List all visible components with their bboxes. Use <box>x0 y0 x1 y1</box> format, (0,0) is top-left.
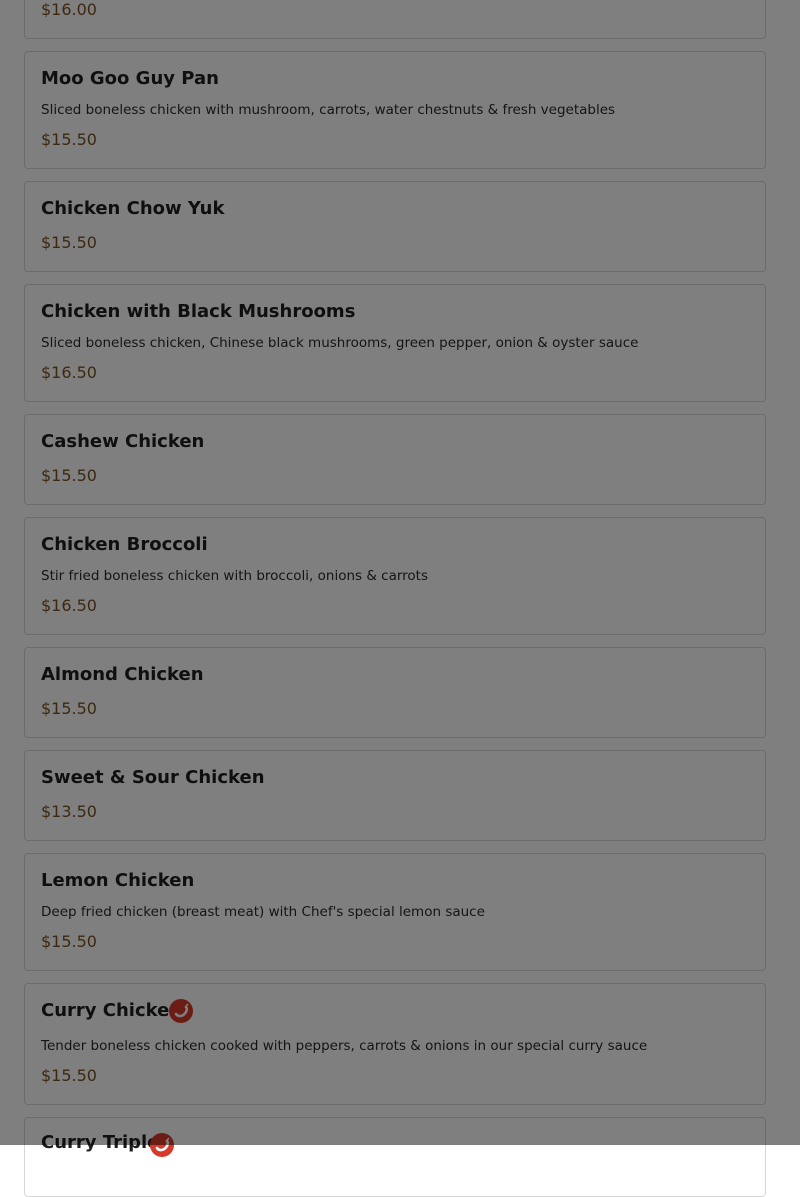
item-price: $15.50 <box>41 130 97 149</box>
menu-item-card[interactable]: Curry Chicken Tender boneless chicken co… <box>24 983 766 1105</box>
menu-item-card[interactable]: $16.00 <box>24 0 766 39</box>
item-price: $13.50 <box>41 802 97 821</box>
item-name: Chicken with Black Mushrooms <box>41 301 356 322</box>
item-name: Lemon Chicken <box>41 870 195 891</box>
menu-item-card[interactable]: Chicken Broccoli Stir fried boneless chi… <box>24 517 766 635</box>
item-price: $15.50 <box>41 233 97 252</box>
item-description: Stir fried boneless chicken with broccol… <box>41 568 428 584</box>
item-name: Sweet & Sour Chicken <box>41 767 265 788</box>
menu-item-card[interactable]: Curry Triple <box>24 1117 766 1197</box>
menu-item-card[interactable]: Chicken Chow Yuk $15.50 <box>24 181 766 272</box>
item-price: $16.00 <box>41 0 97 19</box>
item-name: Curry Chicken <box>41 1000 183 1021</box>
item-description: Sliced boneless chicken, Chinese black m… <box>41 335 639 351</box>
item-price: $15.50 <box>41 466 97 485</box>
item-description: Deep fried chicken (breast meat) with Ch… <box>41 904 485 920</box>
item-price: $15.50 <box>41 932 97 951</box>
menu-item-card[interactable]: Almond Chicken $15.50 <box>24 647 766 738</box>
item-name: Chicken Broccoli <box>41 534 208 555</box>
item-description: Sliced boneless chicken with mushroom, c… <box>41 102 616 118</box>
item-price: $15.50 <box>41 699 97 718</box>
menu-item-card[interactable]: Chicken with Black Mushrooms Sliced bone… <box>24 284 766 402</box>
menu-item-card[interactable]: Sweet & Sour Chicken $13.50 <box>24 750 766 841</box>
menu-item-card[interactable]: Lemon Chicken Deep fried chicken (breast… <box>24 853 766 971</box>
item-price: $16.50 <box>41 363 97 382</box>
item-name: Moo Goo Guy Pan <box>41 68 219 89</box>
item-name: Curry Triple <box>41 1132 160 1153</box>
spicy-chili-icon <box>150 1133 174 1157</box>
menu-item-card[interactable]: Cashew Chicken $15.50 <box>24 414 766 505</box>
spicy-chili-icon <box>169 999 193 1023</box>
item-price: $16.50 <box>41 596 97 615</box>
item-description: Tender boneless chicken cooked with pepp… <box>41 1038 648 1054</box>
item-name: Almond Chicken <box>41 664 204 685</box>
item-name: Chicken Chow Yuk <box>41 198 225 219</box>
menu-item-card[interactable]: Moo Goo Guy Pan Sliced boneless chicken … <box>24 51 766 169</box>
item-name: Cashew Chicken <box>41 431 205 452</box>
item-price: $15.50 <box>41 1066 97 1085</box>
